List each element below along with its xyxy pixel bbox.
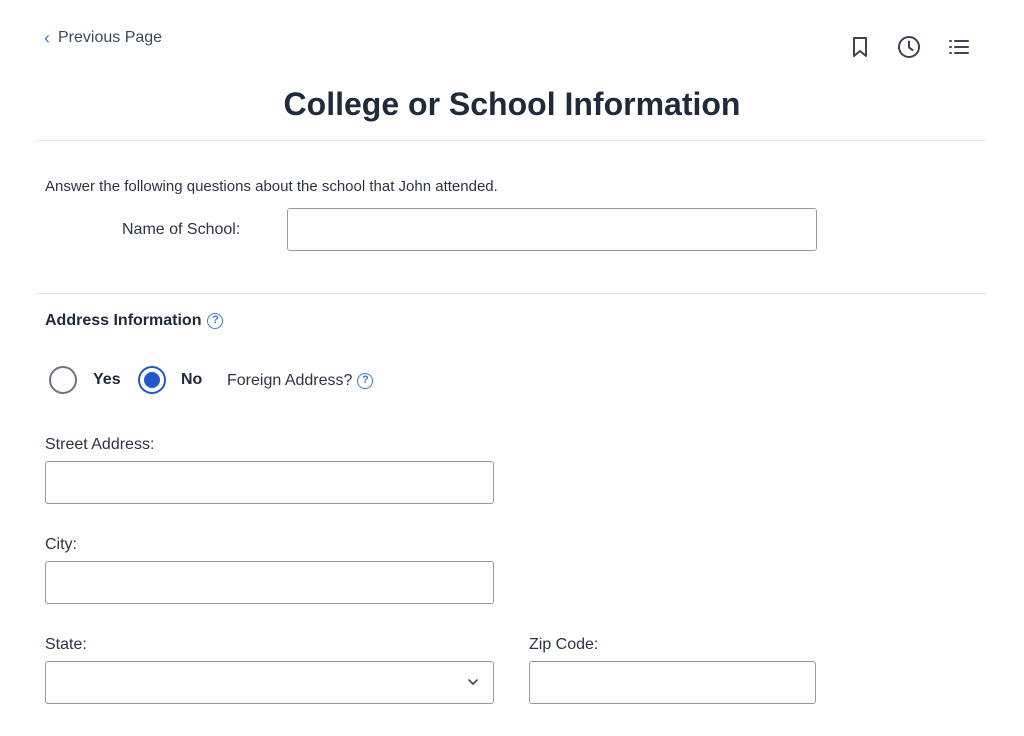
city-label: City:: [45, 536, 77, 553]
foreign-address-question-text: Foreign Address?: [227, 372, 353, 389]
chevron-left-icon: ‹: [44, 28, 50, 48]
address-section-heading: Address Information ?: [45, 312, 224, 330]
foreign-address-yes-label[interactable]: Yes: [93, 371, 121, 389]
street-address-input[interactable]: [45, 461, 494, 504]
page-title: College or School Information: [283, 86, 741, 122]
address-section-title: Address Information: [45, 312, 202, 329]
bookmark-icon[interactable]: [848, 35, 872, 59]
foreign-address-yes-radio[interactable]: [49, 366, 77, 394]
clock-icon[interactable]: [897, 35, 921, 59]
help-icon[interactable]: ?: [357, 373, 374, 389]
intro-text: Answer the following questions about the…: [45, 178, 498, 195]
school-name-label: Name of School:: [122, 221, 241, 238]
state-label: State:: [45, 636, 87, 653]
foreign-address-no-label[interactable]: No: [181, 371, 202, 389]
foreign-address-no-radio[interactable]: [138, 366, 166, 394]
chevron-down-icon: [468, 679, 478, 685]
help-icon[interactable]: ?: [207, 313, 224, 329]
list-icon[interactable]: [947, 35, 971, 59]
previous-page-label: Previous Page: [58, 29, 163, 46]
foreign-address-question: Foreign Address? ?: [227, 372, 374, 390]
zip-code-input[interactable]: [529, 661, 816, 704]
zip-code-label: Zip Code:: [529, 636, 599, 653]
section-divider: [36, 293, 986, 294]
state-select[interactable]: [45, 661, 494, 704]
school-name-input[interactable]: [287, 208, 817, 251]
street-address-label: Street Address:: [45, 436, 155, 453]
previous-page-link[interactable]: ‹ Previous Page: [44, 29, 162, 47]
header-divider: [36, 140, 986, 141]
city-input[interactable]: [45, 561, 494, 604]
